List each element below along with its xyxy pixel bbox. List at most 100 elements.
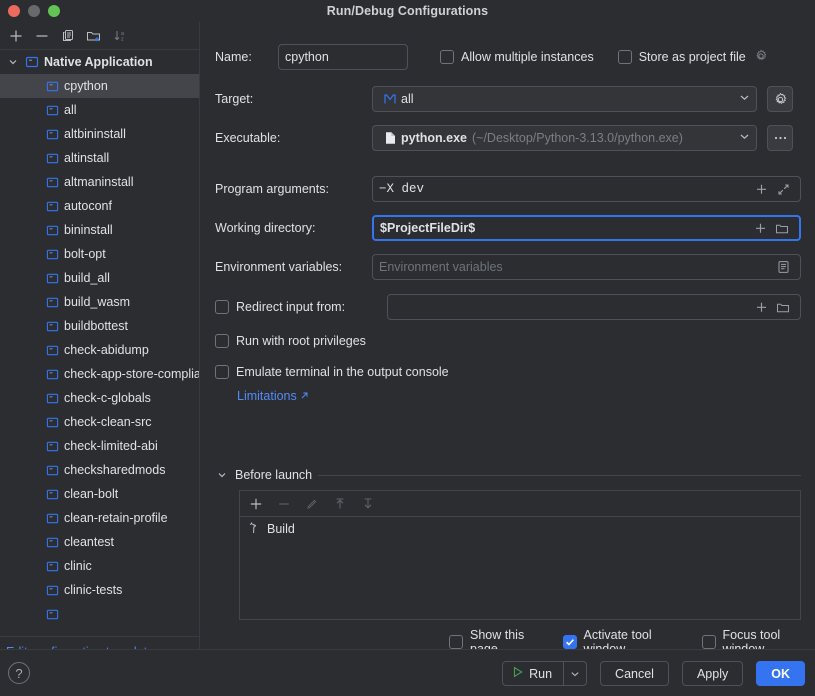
configuration-item[interactable]: build_all: [0, 266, 199, 290]
configuration-item-label: build_wasm: [64, 295, 130, 309]
apply-button[interactable]: Apply: [682, 661, 743, 686]
limitations-link-row[interactable]: Limitations: [237, 387, 309, 405]
new-folder-button[interactable]: [82, 24, 106, 48]
redirect-input-label: Redirect input from:: [236, 300, 345, 314]
configuration-item[interactable]: clean-bolt: [0, 482, 199, 506]
name-label: Name:: [215, 50, 278, 64]
remove-configuration-button[interactable]: [30, 24, 54, 48]
focus-tool-window-checkbox[interactable]: [702, 635, 716, 649]
configurations-group-native-application[interactable]: Native Application: [0, 50, 199, 74]
before-launch-header[interactable]: Before launch: [215, 468, 801, 482]
insert-macro-icon[interactable]: [750, 294, 772, 320]
before-launch-task-list: Build: [239, 490, 801, 620]
program-arguments-input[interactable]: −X dev: [372, 176, 801, 202]
run-with-root-privileges-checkbox[interactable]: [215, 334, 229, 348]
redirect-input-option[interactable]: Redirect input from:: [215, 300, 372, 314]
configuration-item[interactable]: clinic-tests: [0, 578, 199, 602]
configuration-item[interactable]: altbininstall: [0, 122, 199, 146]
allow-multiple-instances-checkbox[interactable]: [440, 50, 454, 64]
minimize-window-button[interactable]: [28, 5, 40, 17]
name-input[interactable]: cpython: [278, 44, 408, 70]
program-arguments-label: Program arguments:: [215, 182, 372, 196]
insert-macro-icon[interactable]: [750, 176, 772, 202]
gear-icon[interactable]: [754, 49, 768, 66]
configuration-item[interactable]: check-clean-src: [0, 410, 199, 434]
emulate-terminal-checkbox[interactable]: [215, 365, 229, 379]
close-window-button[interactable]: [8, 5, 20, 17]
configuration-item[interactable]: check-limited-abi: [0, 434, 199, 458]
chevron-down-icon[interactable]: [215, 468, 229, 482]
limitations-link[interactable]: Limitations: [237, 389, 297, 403]
name-row: Name: cpython Allow multiple instances S…: [215, 44, 801, 70]
configuration-item-partial[interactable]: [0, 602, 199, 620]
configuration-item[interactable]: all: [0, 98, 199, 122]
copy-configuration-button[interactable]: [56, 24, 80, 48]
program-arguments-value: −X dev: [379, 182, 750, 196]
target-settings-button[interactable]: [767, 86, 793, 112]
configuration-item[interactable]: altinstall: [0, 146, 199, 170]
before-launch-task-label: Build: [267, 522, 295, 536]
configuration-item[interactable]: check-c-globals: [0, 386, 199, 410]
configuration-item[interactable]: autoconf: [0, 194, 199, 218]
configuration-item[interactable]: clinic: [0, 554, 199, 578]
activate-tool-window-checkbox[interactable]: [563, 635, 577, 649]
target-combobox[interactable]: all: [372, 86, 757, 112]
redirect-input-path-input[interactable]: [387, 294, 801, 320]
move-task-down-button: [356, 492, 380, 516]
configuration-item-label: check-c-globals: [64, 391, 151, 405]
configuration-item[interactable]: build_wasm: [0, 290, 199, 314]
run-options-dropdown[interactable]: [564, 662, 586, 685]
configuration-item-label: bininstall: [64, 223, 113, 237]
executable-browse-button[interactable]: [767, 125, 793, 151]
browse-folder-icon[interactable]: [772, 294, 794, 320]
native-application-icon: [44, 582, 60, 598]
configuration-item[interactable]: clean-retain-profile: [0, 506, 199, 530]
sort-configurations-button[interactable]: a z: [108, 24, 132, 48]
configuration-item[interactable]: cleantest: [0, 530, 199, 554]
browse-folder-icon[interactable]: [771, 215, 793, 241]
chevron-down-icon[interactable]: [739, 131, 750, 145]
add-task-button[interactable]: [244, 492, 268, 516]
configuration-item[interactable]: cpython: [0, 74, 199, 98]
configuration-item[interactable]: check-app-store-compliance: [0, 362, 199, 386]
configuration-item-label: autoconf: [64, 199, 112, 213]
store-as-project-file-option[interactable]: Store as project file: [618, 49, 768, 66]
configuration-item[interactable]: check-abidump: [0, 338, 199, 362]
before-launch-task[interactable]: Build: [240, 517, 800, 541]
run-with-root-privileges-option[interactable]: Run with root privileges: [215, 334, 366, 348]
chevron-down-icon[interactable]: [6, 55, 20, 69]
native-application-icon: [44, 270, 60, 286]
executable-path-hint: (~/Desktop/Python-3.13.0/python.exe): [472, 131, 739, 145]
configuration-item-label: altinstall: [64, 151, 109, 165]
configuration-item[interactable]: checksharedmods: [0, 458, 199, 482]
expand-editor-icon[interactable]: [772, 176, 794, 202]
configuration-item-label: buildbottest: [64, 319, 128, 333]
allow-multiple-instances-option[interactable]: Allow multiple instances: [440, 50, 594, 64]
working-directory-input[interactable]: $ProjectFileDir$: [372, 215, 801, 241]
native-application-icon: [24, 54, 40, 70]
emulate-terminal-option[interactable]: Emulate terminal in the output console: [215, 365, 449, 379]
configurations-tree[interactable]: Native Application cpython all altbinins…: [0, 50, 199, 620]
run-split-button[interactable]: Run: [502, 661, 587, 686]
insert-macro-icon[interactable]: [749, 215, 771, 241]
edit-environment-variables-icon[interactable]: [772, 254, 794, 280]
add-configuration-button[interactable]: [4, 24, 28, 48]
configuration-item[interactable]: bininstall: [0, 218, 199, 242]
show-this-page-checkbox[interactable]: [449, 635, 463, 649]
environment-variables-input[interactable]: Environment variables: [372, 254, 801, 280]
chevron-down-icon[interactable]: [739, 92, 750, 106]
executable-label: Executable:: [215, 131, 372, 145]
executable-combobox[interactable]: python.exe (~/Desktop/Python-3.13.0/pyth…: [372, 125, 757, 151]
help-button[interactable]: ?: [8, 662, 30, 684]
configuration-item[interactable]: bolt-opt: [0, 242, 199, 266]
maximize-window-button[interactable]: [48, 5, 60, 17]
redirect-input-checkbox[interactable]: [215, 300, 229, 314]
store-as-project-file-checkbox[interactable]: [618, 50, 632, 64]
configuration-item[interactable]: buildbottest: [0, 314, 199, 338]
configuration-item-label: bolt-opt: [64, 247, 106, 261]
native-application-icon: [44, 342, 60, 358]
ok-button[interactable]: OK: [756, 661, 805, 686]
run-button[interactable]: Run: [503, 662, 563, 685]
configuration-item[interactable]: altmaninstall: [0, 170, 199, 194]
cancel-button[interactable]: Cancel: [600, 661, 669, 686]
